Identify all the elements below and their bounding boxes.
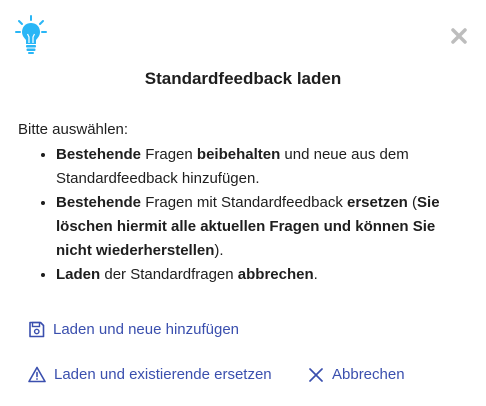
warning-triangle-icon [28,366,46,383]
load-and-add-label: Laden und neue hinzufügen [53,321,240,338]
intro-text: Bitte auswählen: [18,121,129,138]
option-keep-part: beibehalten [196,146,281,163]
option-cancel-part: Laden [56,266,101,283]
lightbulb-icon [15,15,47,54]
option-replace: Bestehende Fragen mit Standardfeedback e… [56,191,471,263]
option-keep: Bestehende Fragen beibehalten und neue a… [56,143,471,191]
option-replace-part: ( [407,194,418,211]
close-icon[interactable] [449,26,469,46]
option-replace-part: ). [214,242,224,259]
option-replace-part: ersetzen [346,194,408,211]
options-list: Bestehende Fragen beibehalten und neue a… [40,143,471,287]
load-and-add-button[interactable]: Laden und neue hinzufügen [28,321,239,338]
load-and-replace-button[interactable]: Laden und existierende ersetzen [28,366,272,383]
option-cancel-part: abbrechen [237,266,314,283]
option-replace-part: Bestehende [56,194,142,211]
cancel-button[interactable]: Abbrechen [308,366,405,383]
option-keep-part: Fragen [141,146,197,163]
cancel-label: Abbrechen [332,366,405,383]
option-cancel: Laden der Standardfragen abbrechen. [56,263,471,287]
dialog-title: Standardfeedback laden [144,69,342,88]
option-cancel-part: . [313,266,318,283]
close-x-icon [309,367,323,382]
option-replace-part: Fragen mit Standardfeedback [141,194,347,211]
option-keep-part: Bestehende [56,146,142,163]
load-and-replace-label: Laden und existierende ersetzen [54,366,272,383]
option-cancel-part: der Standardfragen [100,266,238,283]
floppy-disk-icon [29,321,45,338]
load-default-feedback-dialog: Standardfeedback laden Bitte auswählen: … [0,0,486,406]
